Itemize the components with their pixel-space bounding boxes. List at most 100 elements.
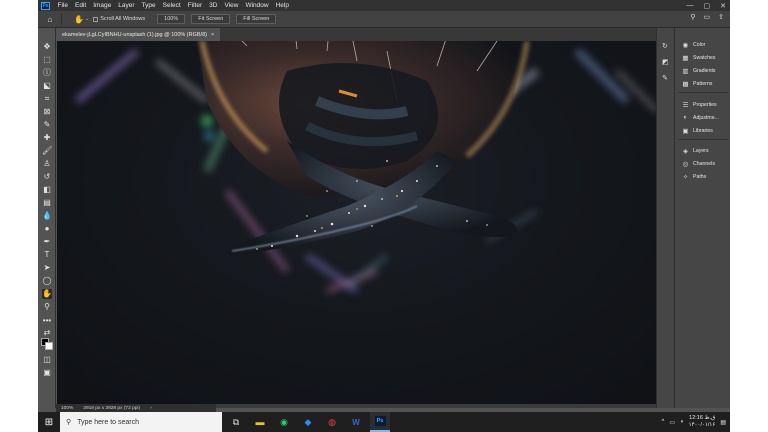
chrome-icon[interactable]: ◍ xyxy=(322,412,342,432)
zoom-tool-icon[interactable]: ⚲ xyxy=(42,302,52,312)
fill-screen-button[interactable]: Fill Screen xyxy=(236,14,277,24)
word-icon[interactable]: W xyxy=(346,412,366,432)
brush-tool-icon[interactable]: 🖌 xyxy=(42,146,52,156)
panel-libraries[interactable]: ▣ Libraries xyxy=(678,124,728,137)
whatsapp-icon[interactable]: ◉ xyxy=(274,412,294,432)
tray-up-icon[interactable]: ^ xyxy=(662,419,665,425)
background-color-swatch[interactable] xyxy=(45,342,53,350)
menu-type[interactable]: Type xyxy=(138,2,159,9)
chevron-down-icon[interactable]: ⌄ xyxy=(85,16,89,22)
type-tool-icon[interactable]: T xyxy=(42,250,52,260)
patterns-icon: ▩ xyxy=(682,80,689,88)
panel-label: Adjustme... xyxy=(693,114,719,121)
clone-stamp-tool-icon[interactable]: ♙ xyxy=(42,159,52,169)
dodge-tool-icon[interactable]: ● xyxy=(42,224,52,234)
panel-color[interactable]: ◉ Color xyxy=(678,38,728,51)
close-button[interactable]: ✕ xyxy=(720,2,726,10)
hand-tool-icon[interactable]: ✋ xyxy=(42,289,52,299)
panel-divider xyxy=(678,139,728,140)
search-icon[interactable]: ⚲ xyxy=(690,13,695,21)
volume-icon[interactable]: ◖ xyxy=(680,419,684,425)
properties-small-icon[interactable]: ✎ xyxy=(662,74,668,82)
healing-brush-tool-icon[interactable]: ✚ xyxy=(42,133,52,143)
history-icon[interactable]: ↻ xyxy=(662,42,668,50)
quick-mask-icon[interactable]: ◫ xyxy=(42,355,52,365)
screen-mode-icon[interactable]: ▣ xyxy=(42,368,52,378)
maximize-button[interactable]: ▢ xyxy=(704,2,711,10)
windows-start-icon[interactable]: ⊞ xyxy=(38,412,60,432)
lasso-tool-icon[interactable]: ⓛ xyxy=(42,68,52,78)
photoshop-window: Ps File Edit Image Layer Type Select Fil… xyxy=(38,0,730,432)
file-explorer-icon[interactable]: ▬ xyxy=(250,412,270,432)
document-tab[interactable]: ekamelev-jLgLCyIBNHU-unsplash (1).jpg @ … xyxy=(56,28,221,41)
photoshop-taskbar-icon[interactable]: Ps xyxy=(370,412,390,432)
macro-photo xyxy=(74,41,659,294)
crop-tool-icon[interactable]: ⌗ xyxy=(42,94,52,104)
pen-tool-icon[interactable]: ✒ xyxy=(42,237,52,247)
status-bar: 100% 3918 px x 3928 px (72 ppi) › xyxy=(56,404,216,412)
menu-filter[interactable]: Filter xyxy=(184,2,205,9)
panel-patterns[interactable]: ▩ Patterns xyxy=(678,77,728,90)
share-icon[interactable]: ⇪ xyxy=(718,13,724,21)
adjustments-icon: ◐ xyxy=(683,114,688,121)
menu-view[interactable]: View xyxy=(221,2,242,9)
zoom-100-button[interactable]: 100% xyxy=(157,14,186,24)
shape-tool-icon[interactable]: ◯ xyxy=(42,276,52,286)
panel-label: Libraries xyxy=(693,127,713,134)
status-arrow-icon[interactable]: › xyxy=(150,406,152,411)
clock-date: ۱۴۰۰/۰۱/۱۶ xyxy=(688,422,716,428)
dropbox-icon[interactable]: ◆ xyxy=(298,412,318,432)
panel-gradients[interactable]: ▥ Gradients xyxy=(678,64,728,77)
gradient-tool-icon[interactable]: ▤ xyxy=(42,198,52,208)
options-right-icons: ⚲ ▭ ⇪ xyxy=(690,13,724,21)
menu-bar: Ps File Edit Image Layer Type Select Fil… xyxy=(38,0,730,11)
path-selection-tool-icon[interactable]: ➤ xyxy=(42,263,52,273)
eyedropper-tool-icon[interactable]: ✎ xyxy=(42,120,52,130)
menu-file[interactable]: File xyxy=(54,2,71,9)
panel-paths[interactable]: ✧ Paths xyxy=(678,170,728,183)
menu-select[interactable]: Select xyxy=(159,2,184,9)
document-tab-title: ekamelev-jLgLCyIBNHU-unsplash (1).jpg @ … xyxy=(62,31,207,38)
panel-swatches[interactable]: ▦ Swatches xyxy=(678,51,728,64)
task-view-icon[interactable]: ⧉ xyxy=(226,412,246,432)
blur-tool-icon[interactable]: 💧 xyxy=(42,211,52,221)
scroll-all-windows-checkbox[interactable]: Scroll All Windows xyxy=(93,16,145,22)
menu-edit[interactable]: Edit xyxy=(71,2,89,9)
fit-screen-button[interactable]: Fit Screen xyxy=(191,14,231,24)
panel-properties[interactable]: ☰ Properties xyxy=(678,98,728,111)
swap-colors-icon[interactable]: ⇄ xyxy=(42,328,52,338)
clock[interactable]: 12:16 ق.ظ ۱۴۰۰/۰۱/۱۶ xyxy=(689,415,716,429)
menu-help[interactable]: Help xyxy=(272,2,292,9)
eraser-tool-icon[interactable]: ◧ xyxy=(42,185,52,195)
document-canvas[interactable] xyxy=(57,41,686,404)
taskbar-search[interactable]: ⚲ Type here to search xyxy=(60,412,222,432)
object-selection-tool-icon[interactable]: ⬕ xyxy=(42,81,52,91)
menu-layer[interactable]: Layer xyxy=(115,2,138,9)
network-icon[interactable]: ▭ xyxy=(669,419,675,426)
frame-tool-icon[interactable]: ⊠ xyxy=(42,107,52,117)
close-tab-icon[interactable]: × xyxy=(211,32,214,38)
menu-3d[interactable]: 3D xyxy=(206,2,221,9)
history-brush-tool-icon[interactable]: ↺ xyxy=(42,172,52,182)
panel-layers[interactable]: ◈ Layers xyxy=(678,144,728,157)
menu-image[interactable]: Image xyxy=(90,2,115,9)
panel-label: Layers xyxy=(693,147,709,154)
panel-channels[interactable]: ◎ Channels xyxy=(678,157,728,170)
notifications-icon[interactable]: ▤ xyxy=(720,419,726,426)
marquee-tool-icon[interactable]: ⬚ xyxy=(42,55,52,65)
checkbox-box[interactable] xyxy=(93,16,99,22)
home-icon[interactable]: ⌂ xyxy=(44,13,56,25)
workspace-icon[interactable]: ▭ xyxy=(704,13,711,21)
zoom-level[interactable]: 100% xyxy=(61,406,73,411)
tools-panel: ✥ ⬚ ⓛ ⬕ ⌗ ⊠ ✎ ✚ 🖌 ♙ ↺ ◧ ▤ 💧 ● ✒ T ➤ ◯ ✋ … xyxy=(38,28,56,408)
more-tools-icon[interactable]: ••• xyxy=(42,316,52,326)
panel-label: Swatches xyxy=(693,54,716,61)
menu-window[interactable]: Window xyxy=(242,2,272,9)
minimize-button[interactable]: — xyxy=(687,2,694,9)
panel-adjustments[interactable]: ◐ Adjustme... xyxy=(678,111,728,124)
hand-tool-preset-icon[interactable]: ✋ xyxy=(73,13,85,25)
divider xyxy=(61,13,62,25)
scroll-all-windows-label: Scroll All Windows xyxy=(100,16,146,22)
brush-settings-icon[interactable]: ◩ xyxy=(662,58,669,66)
move-tool-icon[interactable]: ✥ xyxy=(42,42,52,52)
